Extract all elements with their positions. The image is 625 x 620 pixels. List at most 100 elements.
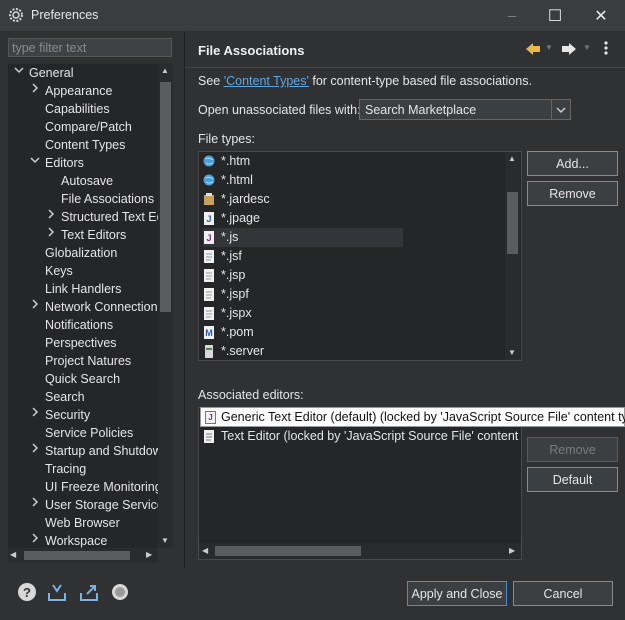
maximize-button[interactable]: ☐ [532,0,578,31]
tree-item[interactable]: Content Types [8,136,158,154]
list-item[interactable]: *.htm [203,152,403,171]
list-item[interactable]: *.jspf [203,285,403,304]
close-button[interactable]: ✕ [578,0,624,31]
expand-down-icon[interactable] [30,154,40,172]
tree-item-label: Compare/Patch [45,120,132,134]
chevron-down-icon [551,100,570,119]
tree-item[interactable]: Link Handlers [8,280,158,298]
apply-and-close-button[interactable]: Apply and Close [407,581,507,606]
tree-item-label: Autosave [61,174,114,188]
tree-item[interactable]: Notifications [8,316,158,334]
list-item[interactable]: J *.jpage [203,209,403,228]
close-icon: ✕ [594,7,608,25]
tree-item[interactable]: Workspace [8,532,158,548]
header-separator [185,67,625,68]
tree-item[interactable]: Globalization [8,244,158,262]
import-icon[interactable] [47,582,67,602]
scroll-thumb[interactable] [215,546,361,556]
expand-right-icon[interactable] [30,406,40,424]
scroll-left-icon[interactable]: ◀ [202,546,208,555]
expand-right-icon[interactable] [30,82,40,100]
tree-item[interactable]: Compare/Patch [8,118,158,136]
list-item[interactable]: M *.pom [203,323,403,342]
tree-item[interactable]: Security [8,406,158,424]
forward-dropdown-icon[interactable]: ▼ [583,43,591,52]
filter-input[interactable]: type filter text [8,38,172,57]
scroll-down-icon[interactable]: ▼ [161,536,170,545]
list-item[interactable]: *.jsf [203,247,403,266]
panel-divider[interactable] [184,31,185,569]
tree-item[interactable]: General [8,64,158,82]
expand-right-icon[interactable] [46,208,56,226]
remove-file-type-button[interactable]: Remove [527,181,618,206]
tree-item[interactable]: Keys [8,262,158,280]
remove-editor-button[interactable]: Remove [527,437,618,462]
list-item[interactable]: *.server [203,342,403,360]
content-types-link[interactable]: 'Content Types' [224,74,309,88]
editors-hscrollbar[interactable]: ◀ ▶ [199,543,521,559]
server-icon [203,345,215,358]
file-type-name: *.js [221,230,239,244]
scroll-down-icon[interactable]: ▼ [508,348,516,357]
tree-item[interactable]: Text Editors [8,226,158,244]
list-item[interactable]: *.jspx [203,304,403,323]
scroll-up-icon[interactable]: ▲ [161,66,170,75]
preferences-tree[interactable]: General Appearance Capabilities Compare/Pat… [8,64,158,548]
tree-item[interactable]: User Storage Service [8,496,158,514]
view-menu-icon[interactable] [602,39,610,57]
tree-item[interactable]: Startup and Shutdow [8,442,158,460]
tree-item[interactable]: Network Connection [8,298,158,316]
associated-editors-list[interactable]: JGeneric Text Editor (default) (locked b… [198,407,522,560]
tree-item[interactable]: Service Policies [8,424,158,442]
scroll-left-icon[interactable]: ◀ [10,550,16,559]
oomph-icon[interactable] [110,582,130,602]
scroll-right-icon[interactable]: ▶ [509,546,515,555]
forward-arrow-icon[interactable] [560,40,578,58]
tree-item[interactable]: UI Freeze Monitoring [8,478,158,496]
tree-item[interactable]: File Associations [8,190,158,208]
help-icon[interactable]: ? [17,582,37,602]
export-icon[interactable] [79,582,99,602]
tree-item[interactable]: Tracing [8,460,158,478]
expand-right-icon[interactable] [30,442,40,460]
tree-item[interactable]: Appearance [8,82,158,100]
expand-down-icon[interactable] [14,64,24,82]
back-dropdown-icon[interactable]: ▼ [545,43,553,52]
list-item[interactable]: Text Editor (locked by 'JavaScript Sourc… [203,427,521,446]
tree-item[interactable]: Capabilities [8,100,158,118]
expand-right-icon[interactable] [30,298,40,316]
tree-item[interactable]: Project Natures [8,352,158,370]
tree-hscroll-thumb[interactable] [24,551,130,560]
tree-item[interactable]: Structured Text Ed [8,208,158,226]
back-arrow-icon[interactable] [524,40,542,58]
tree-item-label: Search [45,390,85,404]
svg-text:J: J [206,233,211,243]
tree-item[interactable]: Perspectives [8,334,158,352]
scroll-thumb[interactable] [507,192,518,254]
tree-item[interactable]: Quick Search [8,370,158,388]
add-file-type-button[interactable]: Add... [527,151,618,176]
open-unassociated-select[interactable]: Search Marketplace [359,99,571,120]
tree-item[interactable]: Search [8,388,158,406]
tree-item[interactable]: Autosave [8,172,158,190]
tree-item[interactable]: Web Browser [8,514,158,532]
list-item[interactable]: *.jsp [203,266,403,285]
file-types-scrollbar[interactable]: ▲ ▼ [505,152,520,360]
tree-item[interactable]: Editors [8,154,158,172]
tree-scroll-thumb[interactable] [160,82,171,312]
cancel-button[interactable]: Cancel [513,581,613,606]
tree-item-label: Project Natures [45,354,132,368]
scroll-up-icon[interactable]: ▲ [508,154,516,163]
file-types-list[interactable]: *.htm *.html *.jardesc J *.jpage J *.js *.jsf *.… [198,151,522,361]
minimize-button[interactable]: ─ [489,0,535,31]
list-item[interactable]: *.jardesc [203,190,403,209]
expand-right-icon[interactable] [30,532,40,548]
scroll-right-icon[interactable]: ▶ [146,550,152,559]
expand-right-icon[interactable] [46,226,56,244]
tree-item-label: Editors [45,156,84,170]
default-editor-button[interactable]: Default [527,467,618,492]
list-item[interactable]: J *.js [203,228,403,247]
expand-right-icon[interactable] [30,496,40,514]
list-item[interactable]: *.html [203,171,403,190]
associated-editors-label: Associated editors: [198,388,304,402]
